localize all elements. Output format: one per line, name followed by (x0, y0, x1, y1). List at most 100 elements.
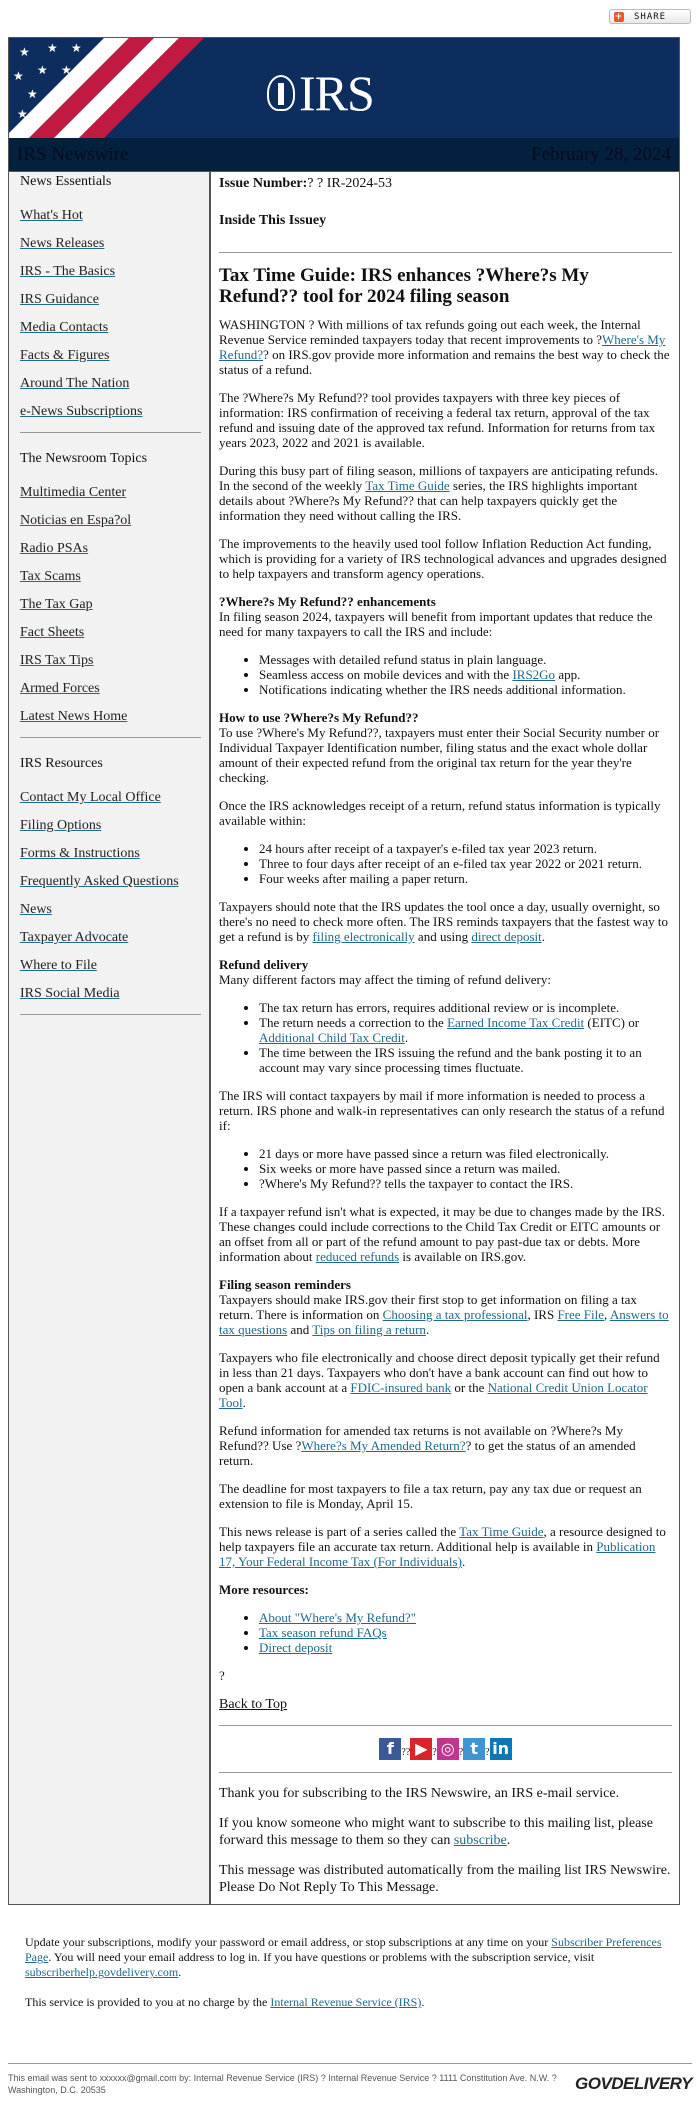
linkedin-icon[interactable]: in (489, 1738, 512, 1760)
sidebar-link[interactable]: Tax Scams (20, 569, 201, 585)
forward-text: If you know someone who might want to su… (219, 1815, 672, 1849)
text: The deadline for most taxpayers to file … (219, 1481, 642, 1511)
list-item: The time between the IRS issuing the ref… (259, 1045, 672, 1075)
sidebar-link[interactable]: Forms & Instructions (20, 846, 201, 862)
sidebar-link[interactable]: News Releases (20, 236, 201, 252)
article-link[interactable]: direct deposit (471, 929, 541, 944)
text: The improvements to the heavily used too… (219, 536, 667, 581)
issue-number: Issue Number:? ? IR-2024-53 (219, 176, 672, 191)
article-link[interactable]: Tips on filing a return (312, 1322, 426, 1337)
sent-info: This email was sent to xxxxxx@gmail.com … (8, 2073, 557, 2095)
article-link[interactable]: IRS2Go (512, 667, 555, 682)
update-mid: . You will need your email address to lo… (48, 1950, 595, 1964)
sidebar-link[interactable]: Media Contacts (20, 320, 201, 336)
inside-heading: Inside This Issuey (219, 213, 327, 228)
sidebar-link[interactable]: Taxpayer Advocate (20, 930, 201, 946)
sidebar-link[interactable]: Fact Sheets (20, 625, 201, 641)
text: The return needs a correction to the (259, 1015, 448, 1030)
paragraph: During this busy part of filing season, … (219, 463, 672, 523)
article-link[interactable]: About "Where's My Refund?" (259, 1610, 416, 1625)
article-link[interactable]: Where?s My Amended Return? (301, 1438, 465, 1453)
sidebar-link[interactable]: Frequently Asked Questions (20, 874, 201, 890)
auto-message: This message was distributed automatical… (219, 1863, 671, 1895)
article-link[interactable]: reduced refunds (316, 1249, 399, 1264)
text: and (287, 1322, 313, 1337)
sidebar-link[interactable]: Noticias en Espa?ol (20, 513, 201, 529)
update-text: Update your subscriptions, modify your p… (25, 1935, 675, 1980)
sidebar-link[interactable]: Armed Forces (20, 681, 201, 697)
sidebar-link[interactable]: IRS Tax Tips (20, 653, 201, 669)
text: Many different factors may affect the ti… (219, 972, 551, 987)
sidebar-link[interactable]: IRS Social Media (20, 986, 201, 1002)
sidebar-link[interactable]: IRS Guidance (20, 292, 201, 308)
paragraph: The improvements to the heavily used too… (219, 536, 672, 581)
paragraph: The IRS will contact taxpayers by mail i… (219, 1088, 672, 1133)
text: The ?Where?s My Refund?? tool provides t… (219, 390, 656, 450)
text: Four weeks after mailing a paper return. (259, 871, 469, 886)
sidebar-link[interactable]: Facts & Figures (20, 348, 201, 364)
article-link[interactable]: filing electronically (313, 929, 415, 944)
sidebar-link[interactable]: Where to File (20, 958, 201, 974)
sidebar: News Essentials What's Hot News Releases IR… (9, 172, 211, 1904)
list-item: The tax return has errors, requires addi… (259, 1000, 672, 1015)
sidebar-link[interactable]: Contact My Local Office (20, 790, 201, 806)
text: . (461, 1554, 466, 1569)
service-pre: This service is provided to you at no ch… (25, 1995, 271, 2009)
article-link[interactable]: Choosing a tax professional (383, 1307, 528, 1322)
divider (20, 737, 201, 738)
article-link[interactable]: Tax Time Guide (459, 1524, 543, 1539)
sidebar-link[interactable]: IRS - The Basics (20, 264, 201, 280)
sidebar-link[interactable]: The Tax Gap (20, 597, 201, 613)
sidebar-link[interactable]: News (20, 902, 201, 918)
twitter-icon[interactable]: t (463, 1738, 486, 1760)
subscribe-link[interactable]: subscribe (454, 1833, 507, 1848)
sidebar-link[interactable]: e-News Subscriptions (20, 404, 201, 420)
instagram-icon[interactable]: ◎ (436, 1738, 459, 1760)
issue-value: ? ? IR-2024-53 (307, 176, 393, 191)
logo-text: IRS (299, 65, 375, 121)
text: or the (451, 1380, 488, 1395)
paragraph: In filing season 2024, taxpayers will be… (219, 609, 672, 639)
sidebar-link[interactable]: Latest News Home (20, 709, 201, 725)
list-item: 21 days or more have passed since a retu… (259, 1146, 672, 1161)
sidebar-link[interactable]: Around The Nation (20, 376, 201, 392)
irs-link[interactable]: Internal Revenue Service (IRS) (270, 1995, 421, 2009)
paragraph: Many different factors may affect the ti… (219, 972, 672, 987)
text: Notifications indicating whether the IRS… (259, 682, 626, 697)
sidebar-link[interactable]: Multimedia Center (20, 485, 201, 501)
facebook-icon[interactable]: f (379, 1738, 402, 1760)
text: The tax return has errors, requires addi… (259, 1000, 620, 1015)
sidebar-link[interactable]: What's Hot (20, 208, 201, 224)
article-link[interactable]: Direct deposit (259, 1640, 332, 1655)
top-bar: + SHARE (0, 0, 700, 37)
divider (219, 1725, 672, 1726)
article-link[interactable]: FDIC-insured bank (350, 1380, 451, 1395)
list-item: Seamless access on mobile devices and wi… (259, 667, 672, 682)
article-link[interactable]: Free File (557, 1307, 604, 1322)
text: The IRS will contact taxpayers by mail i… (219, 1088, 665, 1133)
header-banner: ★ ★ ★ ★ ★ ★ ★ ★ ★ ★ ★ IRS (9, 38, 679, 138)
eagle-seal-icon (267, 75, 295, 111)
text: Messages with detailed refund status in … (259, 652, 547, 667)
sidebar-link[interactable]: Radio PSAs (20, 541, 201, 557)
divider (219, 252, 672, 253)
svg-text:★: ★ (71, 41, 82, 55)
section-heading: More resources: (219, 1582, 309, 1597)
update-post: . (178, 1965, 182, 1979)
subscriber-help-link[interactable]: subscriberhelp.govdelivery.com (25, 1965, 178, 1979)
paragraph: This news release is part of a series ca… (219, 1524, 672, 1569)
article-link[interactable]: Tax season refund FAQs (259, 1625, 387, 1640)
text: Once the IRS acknowledges receipt of a r… (219, 798, 661, 828)
sidebar-link[interactable]: Filing Options (20, 818, 201, 834)
article-link[interactable]: Tax Time Guide (365, 478, 449, 493)
article-link[interactable]: Earned Income Tax Credit (447, 1015, 584, 1030)
youtube-icon[interactable]: ▶ (410, 1738, 433, 1760)
bullet-list: The tax return has errors, requires addi… (219, 1000, 672, 1075)
share-button[interactable]: + SHARE (609, 9, 691, 24)
list-item: ?Where's My Refund?? tells the taxpayer … (259, 1176, 672, 1191)
text: 21 days or more have passed since a retu… (259, 1146, 610, 1161)
text: ? on IRS.gov provide more information an… (219, 347, 670, 377)
article-link[interactable]: Additional Child Tax Credit (259, 1030, 405, 1045)
back-to-top-link[interactable]: Back to Top (219, 1697, 287, 1712)
issue-label: Issue Number: (219, 176, 308, 191)
